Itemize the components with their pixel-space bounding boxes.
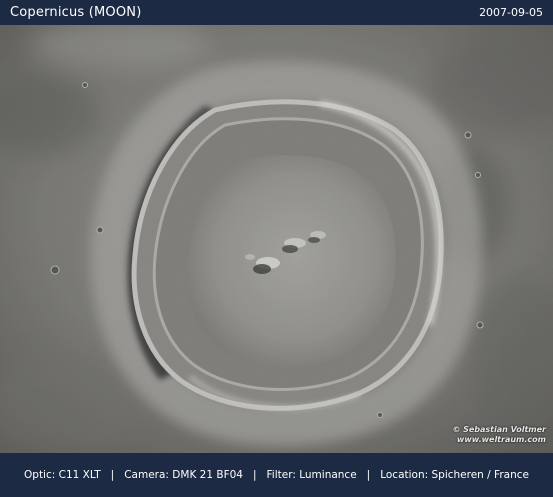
- photo-credit: © Sebastian Voltmer www.weltraum.com: [452, 425, 546, 445]
- equipment-bar: Optic: C11 XLT | Camera: DMK 21 BF04 | F…: [0, 453, 553, 497]
- camera-info: Camera: DMK 21 BF04: [124, 469, 243, 481]
- credit-website: www.weltraum.com: [456, 435, 546, 444]
- separator: |: [110, 469, 115, 481]
- optic-info: Optic: C11 XLT: [24, 469, 101, 481]
- crater-photo: © Sebastian Voltmer www.weltraum.com: [0, 25, 553, 453]
- crater-image: [0, 25, 553, 453]
- separator: |: [366, 469, 371, 481]
- separator: |: [252, 469, 257, 481]
- capture-date: 2007-09-05: [479, 6, 543, 19]
- header-bar: Copernicus (MOON) 2007-09-05: [0, 0, 553, 25]
- image-frame: Copernicus (MOON) 2007-09-05 © Sebastian…: [0, 0, 553, 497]
- image-title: Copernicus (MOON): [10, 5, 142, 20]
- credit-copyright: © Sebastian Voltmer: [452, 425, 546, 434]
- filter-info: Filter: Luminance: [266, 469, 357, 481]
- location-info: Location: Spicheren / France: [380, 469, 529, 481]
